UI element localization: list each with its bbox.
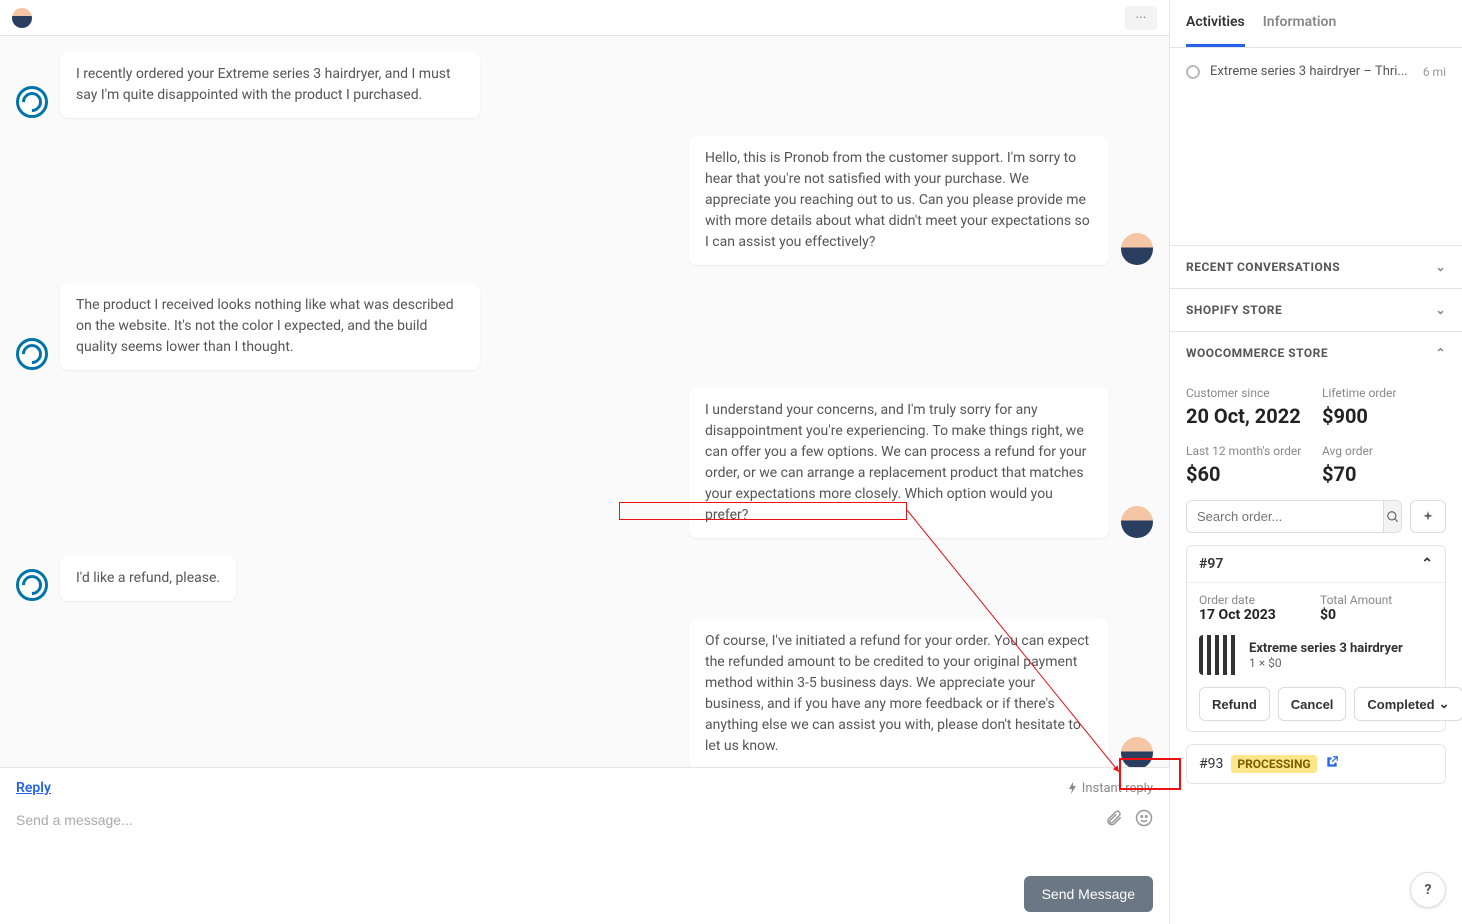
order-card-header[interactable]: #97 ⌃ — [1187, 546, 1445, 582]
activity-time: 6 mi — [1423, 65, 1446, 79]
order-total-value: $0 — [1320, 607, 1433, 623]
help-button[interactable]: ? — [1410, 872, 1446, 908]
header-avatar — [12, 8, 32, 28]
order-id: #93 — [1199, 756, 1223, 772]
activity-item[interactable]: Extreme series 3 hairdryer – Thri... 6 m… — [1170, 48, 1462, 95]
stat-customer-since: Customer since 20 Oct, 2022 — [1186, 386, 1310, 428]
order-search-input[interactable] — [1187, 501, 1383, 532]
agent-avatar — [1121, 506, 1153, 538]
section-shopify-store[interactable]: SHOPIFY STORE ⌄ — [1170, 288, 1462, 331]
stat-label: Last 12 month's order — [1186, 444, 1310, 458]
product-thumbnail — [1199, 635, 1239, 675]
bolt-icon — [1068, 782, 1078, 794]
stat-last-12-months: Last 12 month's order $60 — [1186, 444, 1310, 486]
message-bubble: The product I received looks nothing lik… — [60, 283, 480, 370]
agent-avatar — [1121, 233, 1153, 265]
sidebar: Activities Information Extreme series 3 … — [1170, 0, 1462, 924]
instant-reply-label: Instant reply — [1082, 781, 1153, 796]
section-recent-conversations[interactable]: RECENT CONVERSATIONS ⌄ — [1170, 245, 1462, 288]
sparkle-icon — [1421, 510, 1435, 524]
order-date-value: 17 Oct 2023 — [1199, 607, 1312, 623]
message-input[interactable] — [16, 804, 1095, 836]
order-total-label: Total Amount — [1320, 593, 1433, 607]
agent-avatar — [1121, 737, 1153, 767]
attachment-icon[interactable] — [1105, 809, 1123, 831]
composer: Reply Instant reply Send Message — [0, 767, 1169, 924]
instant-reply-button[interactable]: Instant reply — [1068, 781, 1153, 796]
order-date-label: Order date — [1199, 593, 1312, 607]
send-message-button[interactable]: Send Message — [1024, 876, 1153, 912]
chevron-up-icon: ⌃ — [1435, 346, 1446, 360]
status-badge: PROCESSING — [1231, 755, 1316, 773]
customer-avatar — [16, 338, 48, 370]
more-button[interactable]: ··· — [1125, 6, 1157, 30]
stat-value: 20 Oct, 2022 — [1186, 404, 1310, 428]
message-bubble: I recently ordered your Extreme series 3… — [60, 52, 480, 118]
woocommerce-panel: Customer since 20 Oct, 2022 Lifetime ord… — [1170, 374, 1462, 808]
chevron-up-icon: ⌃ — [1421, 556, 1433, 572]
stat-value: $900 — [1322, 404, 1446, 428]
product-quantity: 1 × $0 — [1249, 656, 1403, 670]
stat-label: Lifetime order — [1322, 386, 1446, 400]
cancel-button[interactable]: Cancel — [1278, 687, 1347, 721]
message-row: I'd like a refund, please. — [16, 556, 1153, 601]
order-search-box — [1186, 500, 1402, 533]
chevron-down-icon: ⌄ — [1435, 260, 1446, 274]
customer-avatar — [16, 569, 48, 601]
search-button[interactable] — [1383, 501, 1401, 532]
activity-text: Extreme series 3 hairdryer – Thri... — [1210, 64, 1413, 79]
product-row: Extreme series 3 hairdryer 1 × $0 — [1199, 635, 1433, 675]
tab-activities[interactable]: Activities — [1186, 0, 1245, 47]
message-bubble: I'd like a refund, please. — [60, 556, 236, 601]
message-row: Hello, this is Pronob from the customer … — [16, 136, 1153, 265]
stat-avg-order: Avg order $70 — [1322, 444, 1446, 486]
stat-value: $70 — [1322, 462, 1446, 486]
chevron-down-icon: ⌄ — [1435, 303, 1446, 317]
external-link-icon[interactable] — [1325, 755, 1339, 773]
order-card-97: #97 ⌃ Order date 17 Oct 2023 Total Amoun… — [1186, 545, 1446, 732]
message-row: Of course, I've initiated a refund for y… — [16, 619, 1153, 767]
ai-sparkle-button[interactable] — [1410, 500, 1446, 533]
order-card-93[interactable]: #93 PROCESSING — [1186, 744, 1446, 784]
sidebar-tabs: Activities Information — [1170, 0, 1462, 48]
circle-icon — [1186, 65, 1200, 79]
message-row: The product I received looks nothing lik… — [16, 283, 1153, 370]
message-bubble: Hello, this is Pronob from the customer … — [689, 136, 1109, 265]
stat-value: $60 — [1186, 462, 1310, 486]
section-woocommerce-store[interactable]: WOOCOMMERCE STORE ⌃ — [1170, 331, 1462, 374]
completed-label: Completed — [1367, 697, 1434, 712]
chevron-down-icon: ⌄ — [1439, 696, 1450, 712]
emoji-icon[interactable] — [1135, 809, 1153, 831]
section-label: SHOPIFY STORE — [1186, 303, 1282, 317]
completed-dropdown[interactable]: Completed ⌄ — [1354, 687, 1462, 721]
refund-button[interactable]: Refund — [1199, 687, 1270, 721]
section-label: RECENT CONVERSATIONS — [1186, 260, 1340, 274]
section-label: WOOCOMMERCE STORE — [1186, 346, 1328, 360]
message-bubble: I understand your concerns, and I'm trul… — [689, 388, 1109, 538]
search-icon — [1386, 510, 1400, 524]
order-id: #97 — [1199, 556, 1223, 572]
product-name: Extreme series 3 hairdryer — [1249, 641, 1403, 656]
tab-information[interactable]: Information — [1263, 0, 1337, 47]
message-bubble: Of course, I've initiated a refund for y… — [689, 619, 1109, 767]
stat-label: Customer since — [1186, 386, 1310, 400]
messages-list: I recently ordered your Extreme series 3… — [0, 36, 1169, 767]
message-row: I understand your concerns, and I'm trul… — [16, 388, 1153, 538]
chat-header: ··· — [0, 0, 1169, 36]
stat-lifetime-order: Lifetime order $900 — [1322, 386, 1446, 428]
message-row: I recently ordered your Extreme series 3… — [16, 52, 1153, 118]
stat-label: Avg order — [1322, 444, 1446, 458]
reply-link[interactable]: Reply — [16, 780, 51, 796]
customer-avatar — [16, 86, 48, 118]
